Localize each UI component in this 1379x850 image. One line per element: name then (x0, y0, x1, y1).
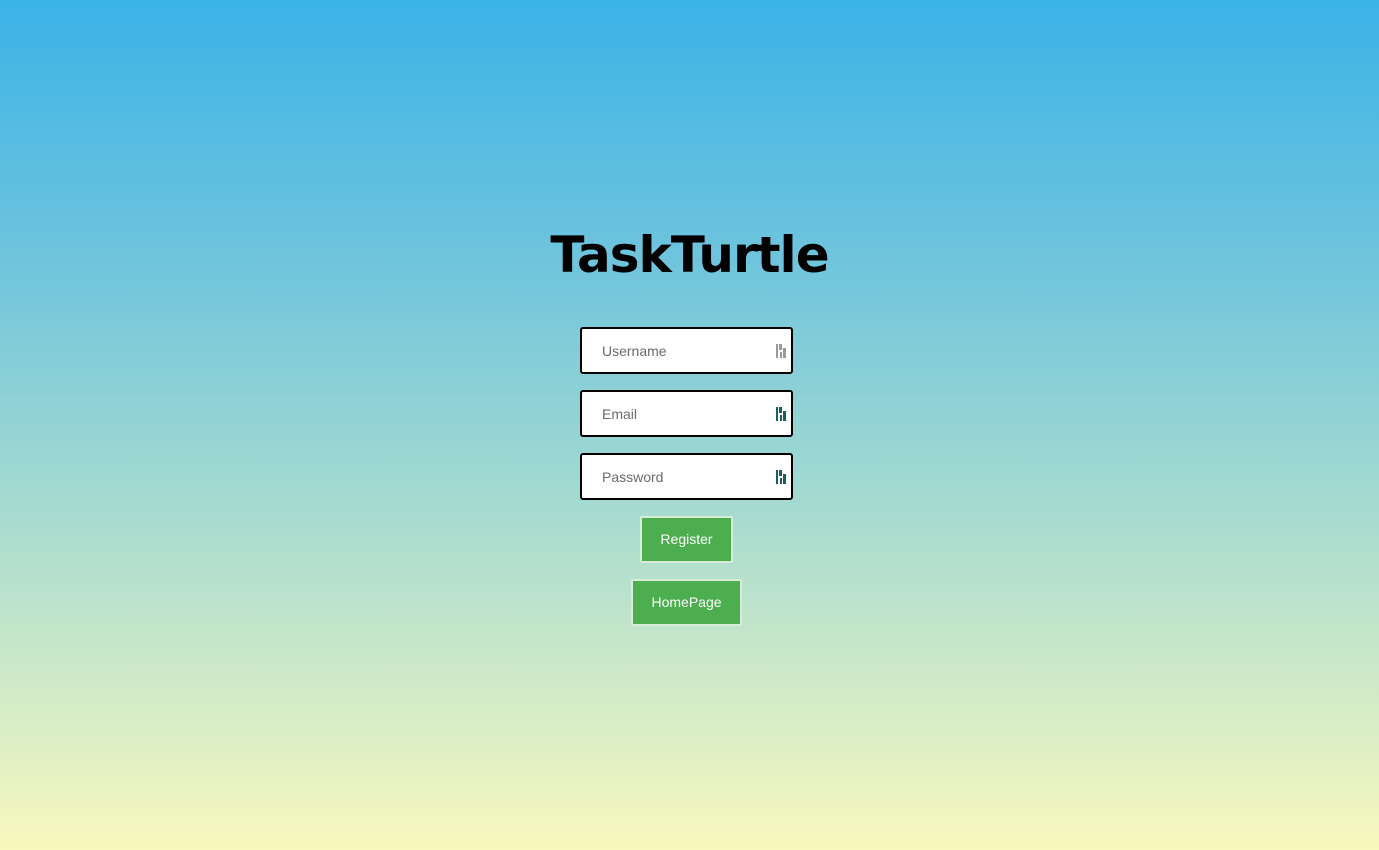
password-manager-icon[interactable] (776, 344, 787, 358)
password-manager-icon[interactable] (776, 407, 787, 421)
email-input[interactable] (582, 392, 762, 435)
username-input[interactable] (582, 329, 762, 372)
username-field[interactable] (580, 327, 793, 374)
homepage-button[interactable]: HomePage (631, 579, 742, 626)
password-input[interactable] (582, 455, 762, 498)
app-title: TaskTurtle (550, 226, 829, 284)
password-field[interactable] (580, 453, 793, 500)
register-button[interactable]: Register (640, 516, 733, 563)
password-manager-icon[interactable] (776, 470, 787, 484)
email-field[interactable] (580, 390, 793, 437)
register-page: TaskTurtle Register HomePage (0, 0, 1379, 850)
